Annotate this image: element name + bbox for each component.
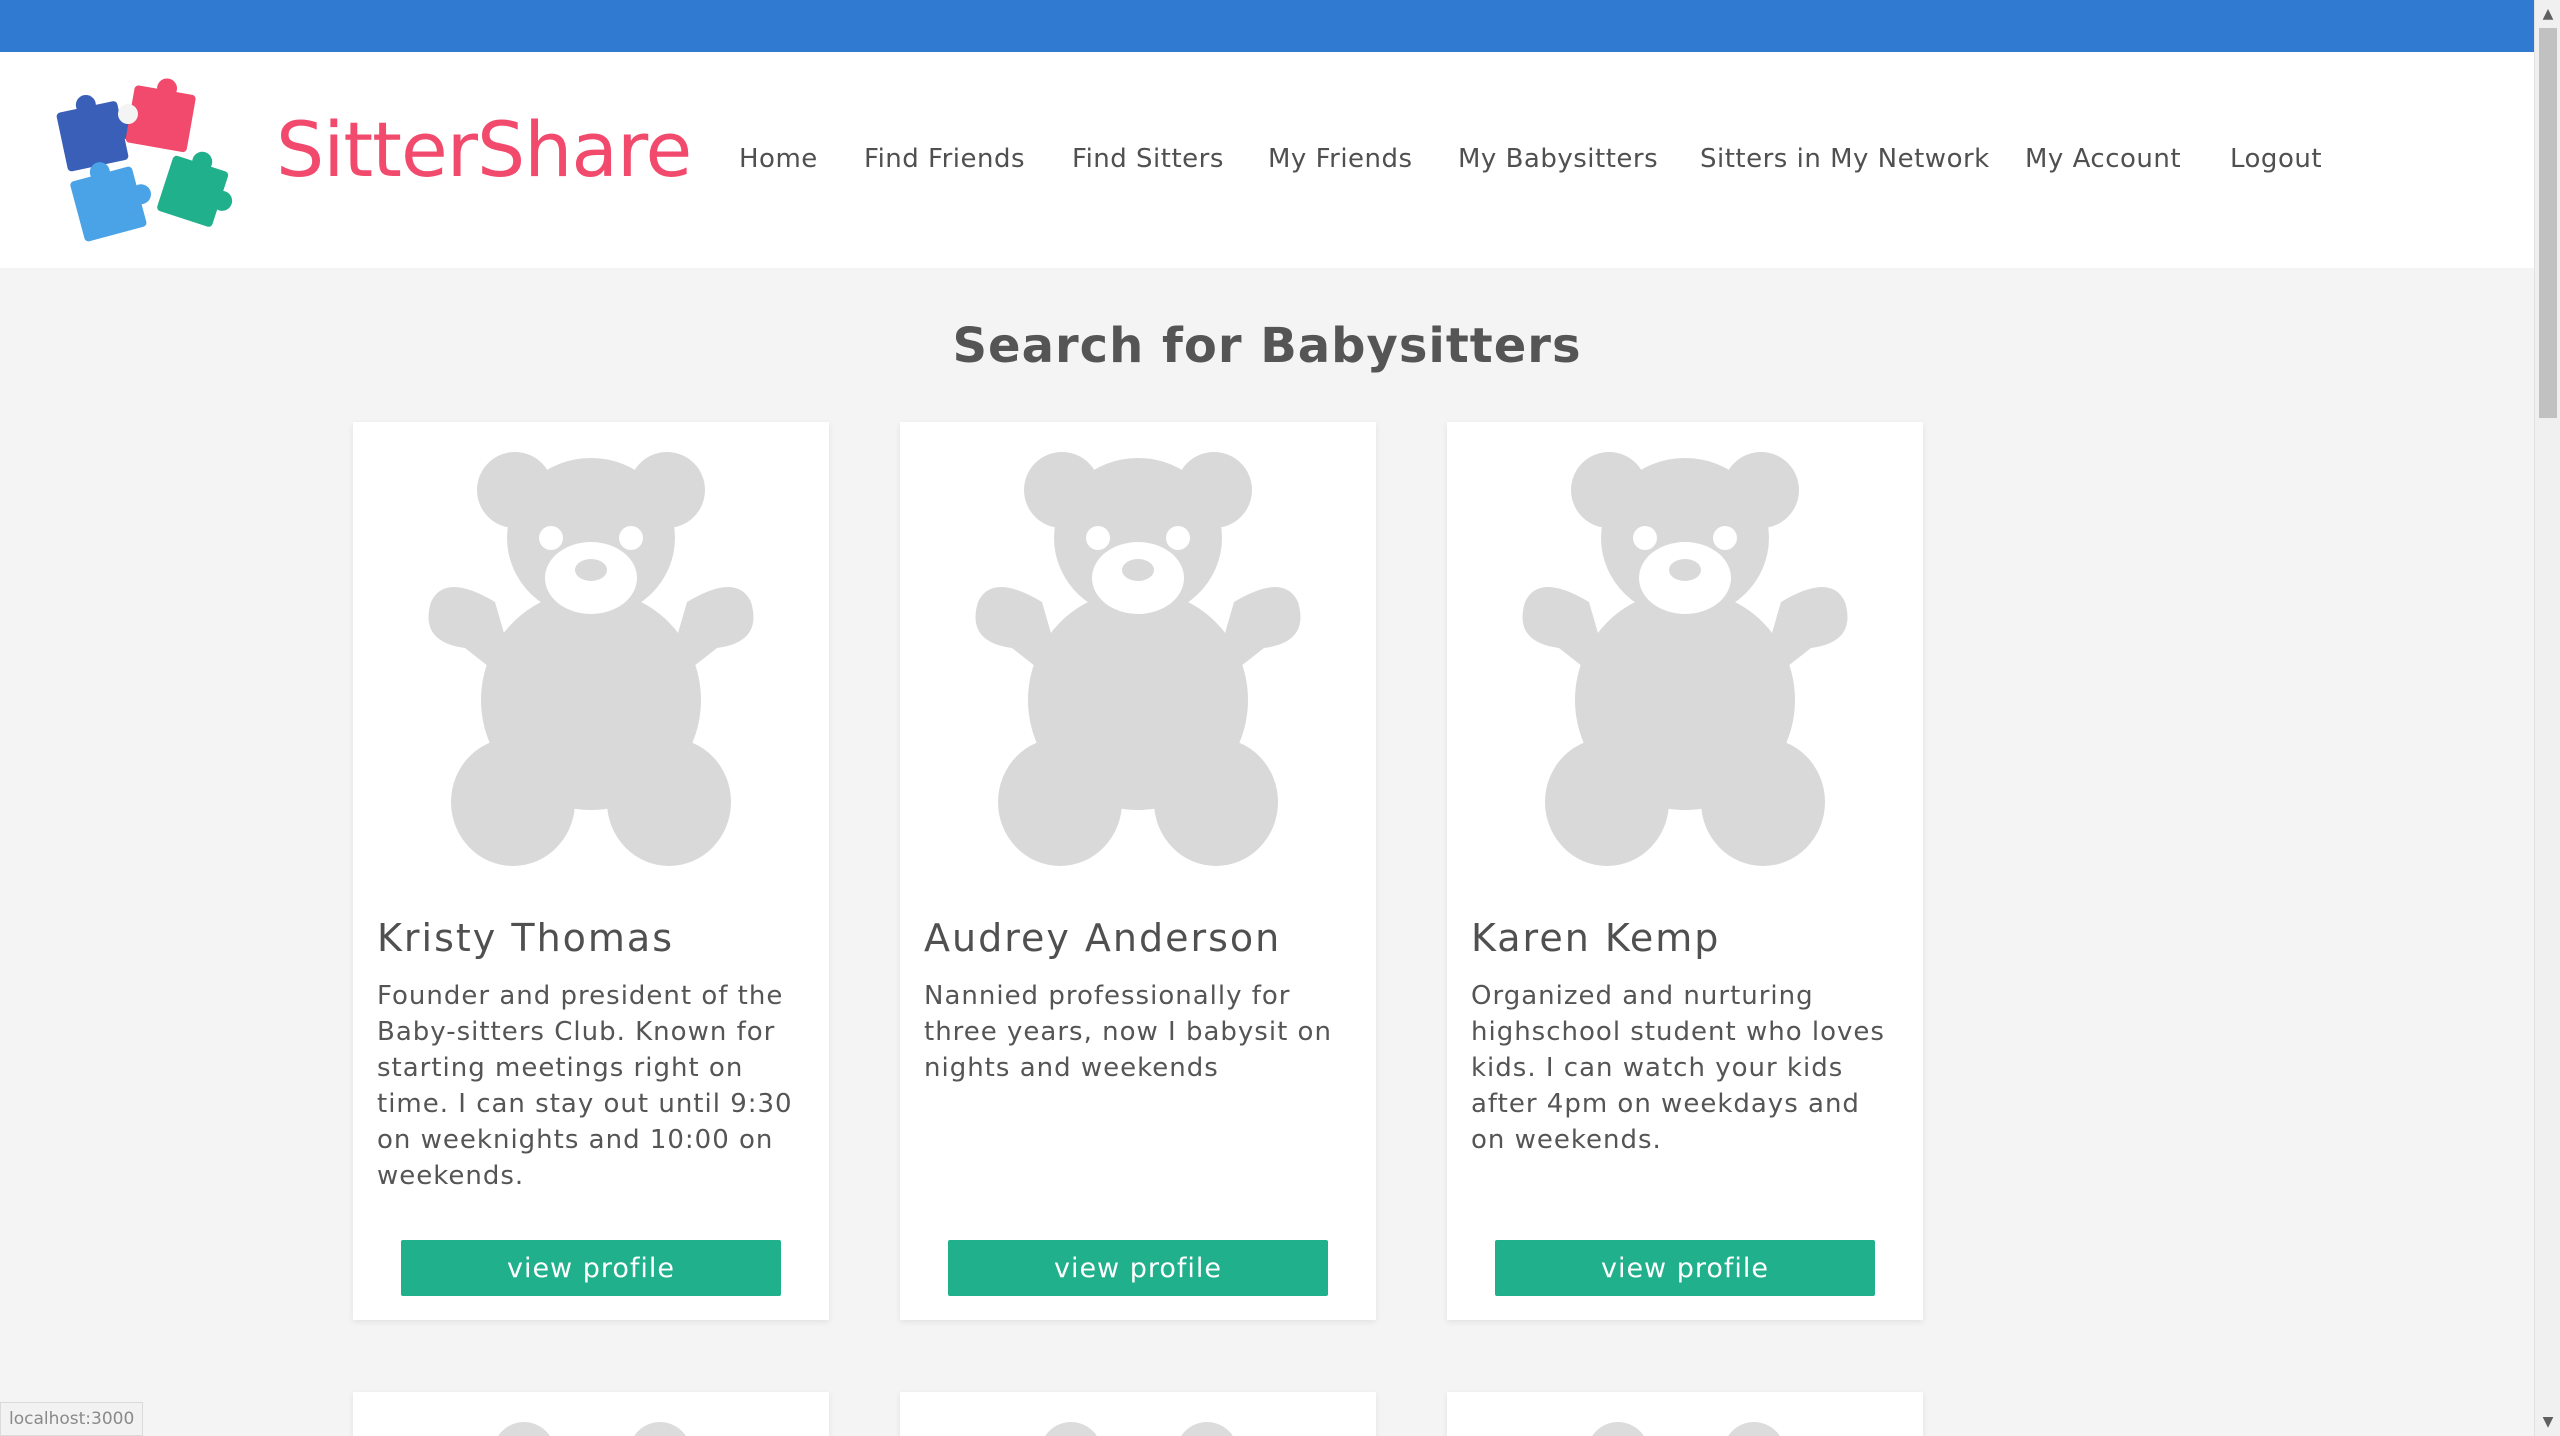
teddy-bear-icon	[975, 452, 1301, 866]
teddy-bear-icon	[629, 1422, 691, 1436]
sitter-name: Kristy Thomas	[377, 916, 675, 960]
nav-find-sitters[interactable]: Find Sitters	[1072, 144, 1224, 174]
nav-my-babysitters[interactable]: My Babysitters	[1458, 144, 1658, 174]
sitter-bio: Nannied professionally for three years, …	[924, 981, 1332, 1083]
teddy-bear-icon	[493, 1422, 555, 1436]
nav-find-friends[interactable]: Find Friends	[864, 144, 1025, 174]
teddy-bear-icon	[1522, 452, 1848, 866]
nav-sitters-in-my-network[interactable]: Sitters in My Network	[1700, 144, 1990, 174]
puzzle-logo-icon[interactable]	[52, 72, 238, 248]
nav-home[interactable]: Home	[739, 144, 818, 174]
view-profile-button[interactable]: view profile	[1495, 1240, 1875, 1296]
scroll-down-arrow-icon[interactable]: ▼	[2535, 1410, 2560, 1434]
teddy-bear-icon	[1176, 1422, 1238, 1436]
sitter-card: Karen Kemp Organized and nurturing highs…	[1447, 422, 1923, 1320]
sitter-card-partial	[1447, 1392, 1923, 1436]
sitter-bio: Founder and president of the Baby-sitter…	[377, 981, 793, 1191]
sitter-card: Kristy Thomas Founder and president of t…	[353, 422, 829, 1320]
page-title: Search for Babysitters	[952, 318, 1582, 374]
teddy-bear-icon	[428, 452, 754, 866]
scroll-up-arrow-icon[interactable]: ▲	[2535, 2, 2560, 26]
sitter-name: Karen Kemp	[1471, 916, 1721, 960]
site-header: SitterShare Home Find Friends Find Sitte…	[0, 52, 2534, 268]
nav-logout[interactable]: Logout	[2230, 144, 2322, 174]
page-scrollbar[interactable]: ▲ ▼	[2534, 0, 2560, 1436]
view-profile-button[interactable]: view profile	[948, 1240, 1328, 1296]
teddy-bear-icon	[1723, 1422, 1785, 1436]
sitter-name: Audrey Anderson	[924, 916, 1282, 960]
sitter-card-partial	[353, 1392, 829, 1436]
sitter-card-partial	[900, 1392, 1376, 1436]
brand-name[interactable]: SitterShare	[276, 112, 692, 188]
nav-my-account[interactable]: My Account	[2025, 144, 2181, 174]
nav-my-friends[interactable]: My Friends	[1268, 144, 1413, 174]
teddy-bear-icon	[1040, 1422, 1102, 1436]
top-accent-bar	[0, 0, 2534, 52]
status-bar-url: localhost:3000	[0, 1402, 144, 1436]
sitter-card: Audrey Anderson Nannied professionally f…	[900, 422, 1376, 1320]
teddy-bear-icon	[1587, 1422, 1649, 1436]
sitter-bio: Organized and nurturing highschool stude…	[1471, 981, 1885, 1155]
view-profile-button[interactable]: view profile	[401, 1240, 781, 1296]
scrollbar-thumb[interactable]	[2539, 28, 2557, 418]
